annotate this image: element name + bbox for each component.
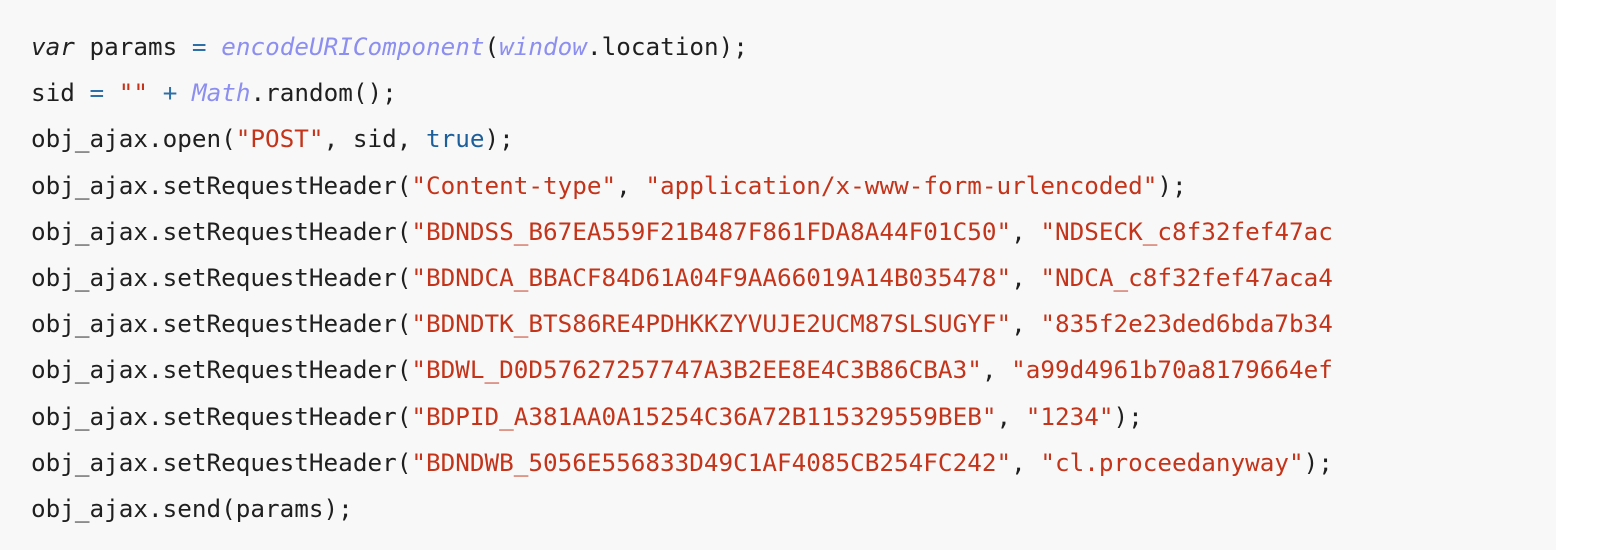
string-literal: "Content-type": [411, 170, 617, 200]
code-line-10: obj_ajax.setRequestHeader("BDNDWB_5056E5…: [31, 440, 1333, 486]
code-token: ,: [616, 170, 646, 200]
string-literal: "POST": [235, 124, 324, 154]
code-token: ,: [1011, 309, 1041, 339]
string-literal: "1234": [1025, 401, 1114, 431]
code-token: obj_ajax.setRequestHeader(: [31, 170, 412, 200]
code-line-8: obj_ajax.setRequestHeader("BDWL_D0D57627…: [31, 347, 1333, 393]
code-line-4: obj_ajax.setRequestHeader("Content-type"…: [31, 163, 1333, 209]
code-token: .location);: [586, 32, 748, 61]
code-token: );: [1113, 401, 1143, 431]
code-token: obj_ajax.send(params);: [31, 493, 353, 523]
string-literal: "BDNDWB_5056E556833D49C1AF4085CB254FC242…: [411, 447, 1012, 477]
operator-assign: =: [89, 78, 105, 108]
code-token: .random();: [250, 78, 397, 108]
code-token: );: [1157, 170, 1187, 200]
code-token: sid: [31, 78, 90, 108]
string-literal: "BDNDTK_BTS86RE4PDHKKZYVUJE2UCM87SLSUGYF…: [411, 309, 1012, 339]
code-line-5: obj_ajax.setRequestHeader("BDNDSS_B67EA5…: [31, 209, 1333, 255]
code-token: params: [74, 32, 192, 61]
operator-assign: =: [191, 32, 207, 61]
code-line-3: obj_ajax.open("POST", sid, true);: [31, 116, 1333, 162]
code-line-6: obj_ajax.setRequestHeader("BDNDCA_BBACF8…: [31, 255, 1333, 301]
code-token: obj_ajax.setRequestHeader(: [31, 355, 412, 385]
code-token: ,: [981, 355, 1012, 385]
code-line-9: obj_ajax.setRequestHeader("BDPID_A381AA0…: [31, 394, 1333, 440]
string-literal: "NDSECK_c8f32fef47ac: [1040, 216, 1333, 246]
code-token: obj_ajax.setRequestHeader(: [31, 216, 412, 246]
code-listing: var params = encodeURIComponent(window.l…: [31, 24, 1333, 532]
code-line-7: obj_ajax.setRequestHeader("BDNDTK_BTS86R…: [31, 301, 1333, 347]
code-token: );: [1303, 447, 1333, 477]
string-literal: "BDPID_A381AA0A15254C36A72B115329559BEB": [411, 401, 997, 431]
code-token: ,: [1011, 447, 1041, 477]
code-token: , sid,: [323, 124, 426, 154]
string-literal: "a99d4961b70a8179664ef: [1011, 355, 1333, 385]
code-token: ,: [1011, 262, 1041, 292]
boolean-literal: true: [425, 124, 485, 154]
code-line-2: sid = "" + Math.random();: [31, 70, 1333, 116]
string-literal: "BDNDCA_BBACF84D61A04F9AA66019A14B035478…: [411, 262, 1012, 292]
operator-plus: +: [162, 78, 178, 108]
string-literal: "": [118, 78, 149, 108]
string-literal: "BDWL_D0D57627257747A3B2EE8E4C3B86CBA3": [411, 355, 982, 385]
builtin-object: window: [499, 32, 587, 61]
builtin-function: encodeURIComponent: [221, 32, 485, 61]
code-token: obj_ajax.setRequestHeader(: [31, 447, 412, 477]
string-literal: "835f2e23ded6bda7b34: [1040, 309, 1333, 339]
code-line-1: var params = encodeURIComponent(window.l…: [31, 24, 1333, 70]
code-token: (: [484, 32, 500, 61]
code-token: obj_ajax.setRequestHeader(: [31, 401, 412, 431]
string-literal: "NDCA_c8f32fef47aca4: [1040, 262, 1333, 292]
string-literal: "application/x-www-form-urlencoded": [645, 170, 1158, 200]
builtin-object: Math: [191, 78, 251, 108]
code-token: obj_ajax.open(: [31, 124, 236, 154]
string-literal: "BDNDSS_B67EA559F21B487F861FDA8A44F01C50…: [411, 216, 1012, 246]
code-token: obj_ajax.setRequestHeader(: [31, 309, 412, 339]
code-line-11: obj_ajax.send(params);: [31, 486, 1333, 532]
code-token: obj_ajax.setRequestHeader(: [31, 262, 412, 292]
code-token: ,: [996, 401, 1026, 431]
string-literal: "cl.proceedanyway": [1040, 447, 1304, 477]
code-token: ,: [1011, 216, 1041, 246]
code-block: var params = encodeURIComponent(window.l…: [0, 0, 1556, 550]
code-token: );: [484, 124, 514, 154]
keyword-var: var: [31, 32, 75, 61]
